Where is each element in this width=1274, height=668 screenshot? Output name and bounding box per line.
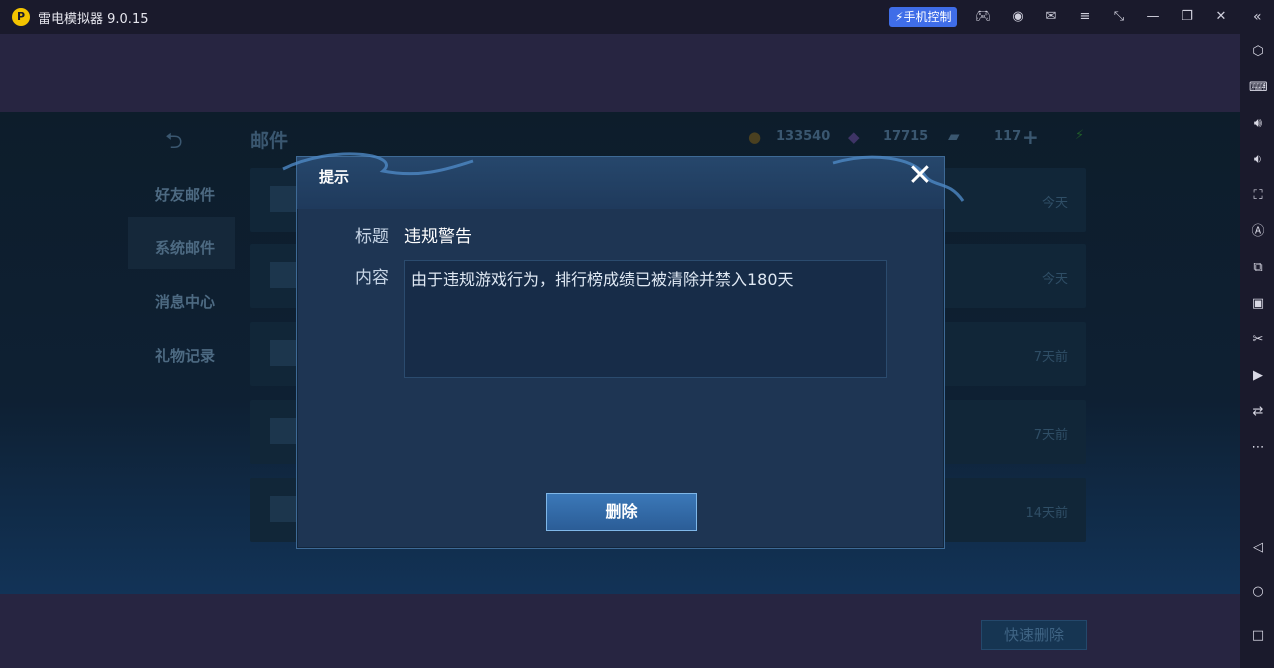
diamond-count: 17715 — [883, 129, 929, 144]
content-label: 内容 — [355, 268, 389, 288]
tab-gift-record[interactable]: 礼物记录 — [155, 345, 215, 366]
phone-control-label: 手机控制 — [903, 10, 952, 24]
mail-date: 14天前 — [1025, 506, 1068, 521]
add-icon[interactable]: + — [1022, 125, 1039, 149]
ticket-count: 117 — [994, 129, 1022, 144]
tab-system-mail[interactable]: 系统邮件 — [155, 237, 215, 258]
gold-coin-icon: ● — [748, 128, 762, 146]
more-icon[interactable]: ⋯ — [1249, 439, 1267, 457]
notice-dialog: 提示 ✕ 标题 违规警告 内容 由于违规游戏行为，排行榜成绩已被清除并禁入180… — [282, 152, 965, 549]
volume-down-icon[interactable]: 🔉︎ — [1249, 151, 1267, 169]
content-text: 由于违规游戏行为，排行榜成绩已被清除并禁入180天 — [404, 260, 887, 378]
resize-icon[interactable]: ⤡ — [1111, 9, 1127, 25]
back-arrow-icon[interactable]: ⮌ — [165, 124, 183, 162]
delete-button[interactable]: 删除 — [546, 493, 697, 531]
mail-date: 7天前 — [1033, 350, 1068, 365]
mail-date: 今天 — [1041, 272, 1068, 287]
auto-icon[interactable]: Ⓐ — [1249, 223, 1267, 241]
dialog-title: 提示 — [319, 168, 350, 186]
emulator-screen: ⮌ 邮件 ● 133540 ◆ 17715 ▰ 117 + ⚡ 好友邮件 系统邮… — [0, 34, 1240, 668]
emulator-sidebar: ⬡ ⌨ 🔊︎ 🔉︎ ⛶ Ⓐ ⧉ ▣ ✂ ▶ ⇄ ⋯ ◁ ○ □ — [1240, 34, 1274, 668]
mail-date: 今天 — [1041, 196, 1068, 211]
decorative-swirl-icon — [282, 152, 965, 202]
gold-count: 133540 — [776, 129, 831, 144]
subject-label: 标题 — [355, 227, 389, 247]
collapse-sidebar-icon[interactable]: « — [1253, 9, 1262, 25]
ticket-icon: ▰ — [948, 127, 960, 145]
volume-up-icon[interactable]: 🔊︎ — [1249, 115, 1267, 133]
sync-icon[interactable]: ⇄ — [1249, 403, 1267, 421]
mail-date: 7天前 — [1033, 428, 1068, 443]
app-logo-icon: P — [12, 8, 30, 26]
app-title: 雷电模拟器 9.0.15 — [38, 12, 149, 27]
dialog-header: 提示 ✕ — [282, 152, 965, 209]
dialog-close-button[interactable]: ✕ — [903, 159, 937, 193]
menu-icon[interactable]: ≡ — [1077, 9, 1093, 25]
scissors-icon[interactable]: ✂ — [1249, 331, 1267, 349]
emulator-titlebar: P 雷电模拟器 9.0.15 ⚡手机控制 🎮︎ ◉ ✉ ≡ ⤡ — ❐ ✕ « — [0, 0, 1274, 34]
recent-apps-icon[interactable]: □ — [1249, 627, 1267, 645]
back-icon[interactable]: ◁ — [1249, 539, 1267, 557]
subject-value: 违规警告 — [404, 227, 472, 247]
wifi-icon: ⚡ — [1075, 128, 1085, 143]
tab-friend-mail[interactable]: 好友邮件 — [155, 184, 215, 205]
quick-delete-button[interactable]: 快速删除 — [981, 620, 1087, 650]
multi-instance-icon[interactable]: ⧉ — [1249, 259, 1267, 277]
gamepad-icon[interactable]: 🎮︎ — [975, 9, 992, 25]
mail-icon[interactable]: ✉ — [1043, 9, 1059, 25]
keyboard-icon[interactable]: ⌨ — [1249, 79, 1268, 97]
diamond-icon: ◆ — [848, 128, 860, 146]
screenshot-icon[interactable]: ⛶ — [1249, 187, 1267, 205]
phone-control-button[interactable]: ⚡手机控制 — [889, 7, 958, 27]
close-icon[interactable]: ✕ — [1213, 9, 1229, 25]
user-icon[interactable]: ◉ — [1010, 9, 1026, 25]
tab-message-center[interactable]: 消息中心 — [155, 291, 215, 312]
video-icon[interactable]: ▶ — [1249, 367, 1267, 385]
settings-icon[interactable]: ⬡ — [1249, 43, 1267, 61]
minimize-icon[interactable]: — — [1145, 9, 1161, 25]
home-icon[interactable]: ○ — [1249, 583, 1267, 601]
restore-icon[interactable]: ❐ — [1179, 9, 1195, 25]
apk-icon[interactable]: ▣ — [1249, 295, 1267, 313]
